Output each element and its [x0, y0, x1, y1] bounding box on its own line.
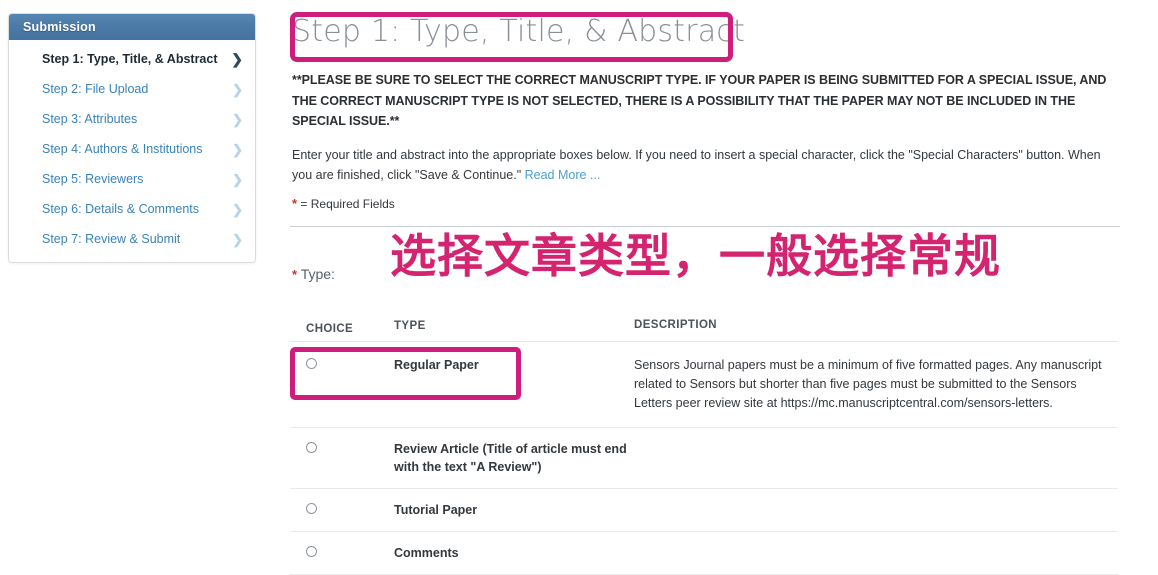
required-fields-label: = Required Fields	[300, 197, 395, 211]
chevron-right-icon: ❯	[232, 81, 243, 97]
choice-cell	[290, 488, 394, 532]
sidebar-header: Submission	[9, 14, 255, 40]
sidebar-item-step-3[interactable]: Step 3: Attributes ❯	[9, 104, 255, 134]
type-cell: Tutorial Paper	[394, 488, 634, 532]
table-header-row: CHOICE TYPE DESCRIPTION	[290, 312, 1118, 342]
table-row[interactable]: Comments	[290, 531, 1118, 575]
radio-button-comments[interactable]	[306, 546, 317, 558]
sidebar-item-step-2[interactable]: Step 2: File Upload ❯	[9, 74, 255, 104]
sidebar-item-label: Step 2: File Upload	[42, 82, 149, 96]
sidebar-item-step-1[interactable]: Step 1: Type, Title, & Abstract ❯	[9, 44, 255, 74]
required-fields-note: * = Required Fields	[292, 196, 395, 211]
page-title: Step 1: Type, Title, & Abstract	[292, 14, 745, 49]
radio-button-tutorial-paper[interactable]	[306, 503, 317, 515]
section-divider	[290, 226, 1120, 227]
chevron-right-icon: ❯	[232, 141, 243, 157]
table-row[interactable]: Review Article (Title of article must en…	[290, 427, 1118, 489]
type-cell: Review Article (Title of article must en…	[394, 427, 634, 489]
choice-cell	[290, 427, 394, 489]
sidebar-item-step-4[interactable]: Step 4: Authors & Institutions ❯	[9, 134, 255, 164]
chevron-right-icon: ❯	[232, 231, 243, 247]
type-cell: Comments	[394, 531, 634, 575]
description-cell	[634, 531, 1118, 575]
chevron-right-icon: ❯	[232, 171, 243, 187]
type-required-asterisk: *	[292, 267, 298, 282]
sidebar-item-label: Step 3: Attributes	[42, 112, 138, 126]
type-field-label: * Type:	[292, 266, 335, 282]
table-header: CHOICE TYPE DESCRIPTION	[290, 312, 1118, 342]
column-header-choice: CHOICE	[290, 312, 394, 342]
choice-cell	[290, 341, 394, 428]
column-header-type: TYPE	[394, 312, 634, 342]
sidebar-item-label: Step 5: Reviewers	[42, 172, 144, 186]
chinese-annotation-overlay: 选择文章类型，一般选择常规	[390, 229, 1001, 283]
type-label-text: Type:	[300, 266, 335, 282]
table-row[interactable]: Regular Paper Sensors Journal papers mus…	[290, 341, 1118, 428]
sidebar-item-label: Step 1: Type, Title, & Abstract	[42, 52, 218, 66]
chevron-right-icon: ❯	[232, 201, 243, 217]
description-cell	[634, 427, 1118, 489]
sidebar-item-label: Step 4: Authors & Institutions	[42, 142, 203, 156]
sidebar-item-step-5[interactable]: Step 5: Reviewers ❯	[9, 164, 255, 194]
chevron-right-icon: ❯	[232, 111, 243, 127]
read-more-link[interactable]: Read More ...	[525, 168, 601, 182]
submission-sidebar: Submission Step 1: Type, Title, & Abstra…	[8, 13, 256, 263]
radio-button-review-article[interactable]	[306, 442, 317, 454]
table-row[interactable]: Tutorial Paper	[290, 488, 1118, 532]
sidebar-item-step-7[interactable]: Step 7: Review & Submit ❯	[9, 224, 255, 254]
type-cell: Regular Paper	[394, 341, 634, 428]
main-content: Step 1: Type, Title, & Abstract **PLEASE…	[290, 0, 1158, 575]
manuscript-type-table: CHOICE TYPE DESCRIPTION Regular Paper Se…	[290, 312, 1118, 575]
instructions-paragraph: Enter your title and abstract into the a…	[292, 146, 1122, 185]
page-root: Submission Step 1: Type, Title, & Abstra…	[0, 0, 1158, 575]
sidebar-item-label: Step 7: Review & Submit	[42, 232, 181, 246]
choice-cell	[290, 531, 394, 575]
column-header-description: DESCRIPTION	[634, 312, 1118, 342]
required-asterisk: *	[292, 196, 298, 211]
table-body: Regular Paper Sensors Journal papers mus…	[290, 341, 1118, 575]
chevron-right-icon: ❯	[231, 51, 243, 67]
manuscript-type-warning: **PLEASE BE SURE TO SELECT THE CORRECT M…	[292, 73, 1107, 128]
sidebar-item-step-6[interactable]: Step 6: Details & Comments ❯	[9, 194, 255, 224]
radio-button-regular-paper[interactable]	[306, 358, 317, 370]
description-cell: Sensors Journal papers must be a minimum…	[634, 341, 1118, 428]
sidebar-step-list: Step 1: Type, Title, & Abstract ❯ Step 2…	[9, 40, 255, 262]
instructions-text: Enter your title and abstract into the a…	[292, 148, 1101, 182]
sidebar-item-label: Step 6: Details & Comments	[42, 202, 200, 216]
description-cell	[634, 488, 1118, 532]
